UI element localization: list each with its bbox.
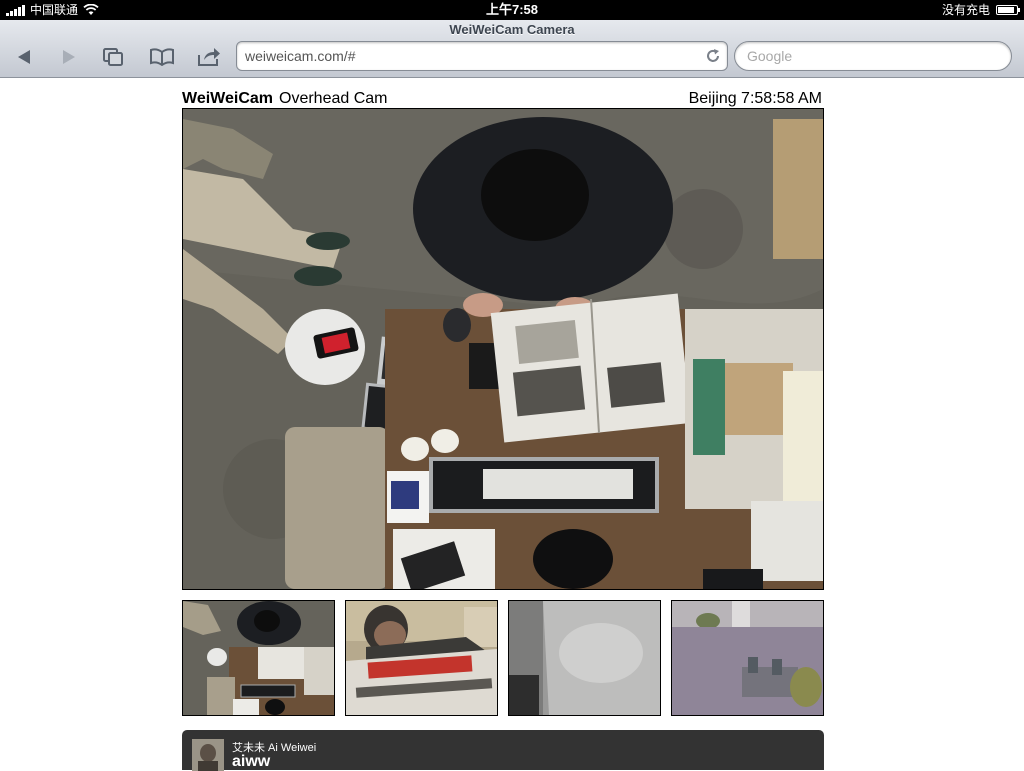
profile-bar: 艾未未 Ai Weiwei aiww bbox=[182, 730, 824, 771]
back-button[interactable] bbox=[8, 42, 40, 72]
site-brand: WeiWeiCam bbox=[182, 90, 273, 107]
avatar-image bbox=[192, 739, 224, 771]
thumbnail-courtyard-cam[interactable] bbox=[671, 600, 824, 716]
forward-icon bbox=[63, 50, 75, 64]
pages-icon bbox=[103, 48, 123, 66]
back-icon bbox=[18, 50, 30, 64]
thumbnail-image bbox=[183, 601, 334, 715]
thumbnail-portrait-cam[interactable] bbox=[345, 600, 498, 716]
search-placeholder: Google bbox=[747, 48, 793, 64]
status-bar: 中国联通 上午7:58 没有充电 bbox=[0, 0, 1024, 20]
profile-handle[interactable]: aiww bbox=[232, 753, 270, 771]
signal-strength-icon bbox=[6, 4, 25, 16]
charging-status: 没有充电 bbox=[941, 3, 990, 17]
thumbnail-image bbox=[346, 601, 497, 715]
reload-icon[interactable] bbox=[705, 48, 721, 64]
thumbnail-image bbox=[509, 601, 660, 715]
browser-toolbar: WeiWeiCam Camera weiweicam.com/# Google bbox=[0, 20, 1024, 78]
carrier-label: 中国联通 bbox=[30, 3, 79, 17]
main-camera-feed[interactable] bbox=[182, 108, 824, 590]
avatar[interactable] bbox=[192, 739, 224, 771]
forward-button[interactable] bbox=[53, 42, 85, 72]
url-text: weiweicam.com/# bbox=[245, 48, 356, 64]
battery-icon bbox=[996, 5, 1020, 15]
thumbnail-bed-cam[interactable] bbox=[508, 600, 661, 716]
search-field[interactable]: Google bbox=[734, 41, 1012, 71]
camera-name: Overhead Cam bbox=[279, 90, 388, 107]
status-time: 上午7:58 bbox=[485, 2, 539, 17]
camera-header: WeiWeiCam Overhead Cam Beijing 7:58:58 AM bbox=[182, 90, 824, 108]
share-button[interactable] bbox=[193, 42, 225, 72]
overhead-cam-image bbox=[183, 109, 823, 589]
page-title: WeiWeiCam Camera bbox=[449, 22, 575, 37]
bookmarks-icon bbox=[150, 48, 174, 66]
thumbnail-image bbox=[672, 601, 823, 715]
pages-button[interactable] bbox=[97, 42, 129, 72]
address-bar[interactable]: weiweicam.com/# bbox=[236, 41, 728, 71]
camera-clock: Beijing 7:58:58 AM bbox=[688, 90, 822, 107]
share-icon bbox=[198, 48, 220, 66]
bookmarks-button[interactable] bbox=[146, 42, 178, 72]
thumbnail-overhead-cam[interactable] bbox=[182, 600, 335, 716]
wifi-icon bbox=[83, 4, 99, 15]
